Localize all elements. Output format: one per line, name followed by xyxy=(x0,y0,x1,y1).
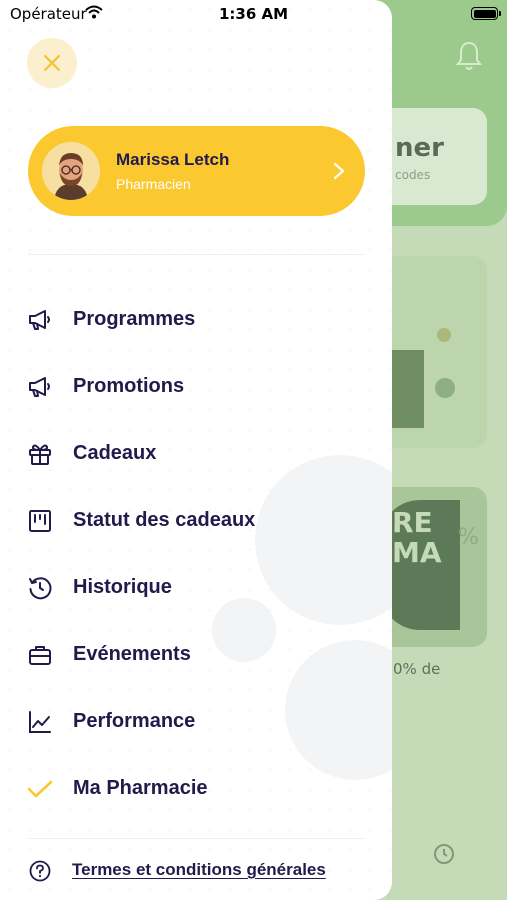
divider xyxy=(28,838,365,839)
menu-item-label: Programmes xyxy=(73,308,196,330)
menu-item-label: Performance xyxy=(73,710,196,732)
status-time: 1:36 AM xyxy=(218,5,289,23)
menu-item-label: Promotions xyxy=(73,375,185,397)
menu-item-evenements[interactable]: Evénements xyxy=(0,621,392,688)
drawer-menu: Programmes Promotions Cadeaux Statut des… xyxy=(0,286,392,822)
close-icon xyxy=(43,54,61,72)
menu-item-label: Ma Pharmacie xyxy=(73,777,208,799)
menu-item-promotions[interactable]: Promotions xyxy=(0,353,392,420)
background-card-subtitle: codes xyxy=(395,168,431,182)
megaphone-icon xyxy=(29,376,50,397)
menu-item-performance[interactable]: Performance xyxy=(0,688,392,755)
chart-icon xyxy=(29,710,51,733)
menu-item-programmes[interactable]: Programmes xyxy=(0,286,392,353)
background-percent: % xyxy=(458,525,479,550)
background-decoration xyxy=(437,328,451,342)
profile-name: Marissa Letch xyxy=(116,150,230,169)
menu-item-cadeaux[interactable]: Cadeaux xyxy=(0,420,392,487)
check-icon xyxy=(27,780,53,797)
chevron-right-icon xyxy=(333,162,345,180)
divider xyxy=(28,254,365,255)
profile-card[interactable]: Marissa Letch Pharmacien xyxy=(28,126,365,216)
profile-role: Pharmacien xyxy=(116,176,191,192)
menu-item-label: Cadeaux xyxy=(73,442,157,464)
background-card-title: ner xyxy=(395,133,444,163)
menu-item-label: Evénements xyxy=(73,643,191,665)
bell-icon xyxy=(456,41,482,70)
status-bar: Opérateur 1:36 AM xyxy=(0,0,507,30)
avatar xyxy=(42,142,100,200)
battery-icon xyxy=(471,7,498,20)
background-image xyxy=(390,350,424,428)
menu-item-label: Historique xyxy=(73,576,172,598)
background-card-text: 0% de xyxy=(393,660,441,678)
background-decoration xyxy=(435,378,455,398)
menu-item-statut-des-cadeaux[interactable]: Statut des cadeaux xyxy=(0,487,392,554)
gift-icon xyxy=(29,444,51,465)
background-promo-tag: RE MA xyxy=(380,500,460,630)
side-drawer: Marissa Letch Pharmacien Programmes Prom… xyxy=(0,0,392,900)
status-board-icon xyxy=(29,509,51,532)
help-icon xyxy=(29,860,51,882)
briefcase-icon xyxy=(29,645,51,665)
close-button[interactable] xyxy=(27,38,77,88)
menu-item-label: Statut des cadeaux xyxy=(73,509,256,531)
history-icon xyxy=(29,576,52,599)
megaphone-icon xyxy=(29,309,50,330)
battery-tip xyxy=(499,11,501,16)
menu-item-historique[interactable]: Historique xyxy=(0,554,392,621)
terms-link[interactable]: Termes et conditions générales xyxy=(28,855,365,887)
menu-item-ma-pharmacie[interactable]: Ma Pharmacie xyxy=(0,755,392,822)
terms-label: Termes et conditions générales xyxy=(72,860,326,879)
history-icon xyxy=(434,844,454,864)
